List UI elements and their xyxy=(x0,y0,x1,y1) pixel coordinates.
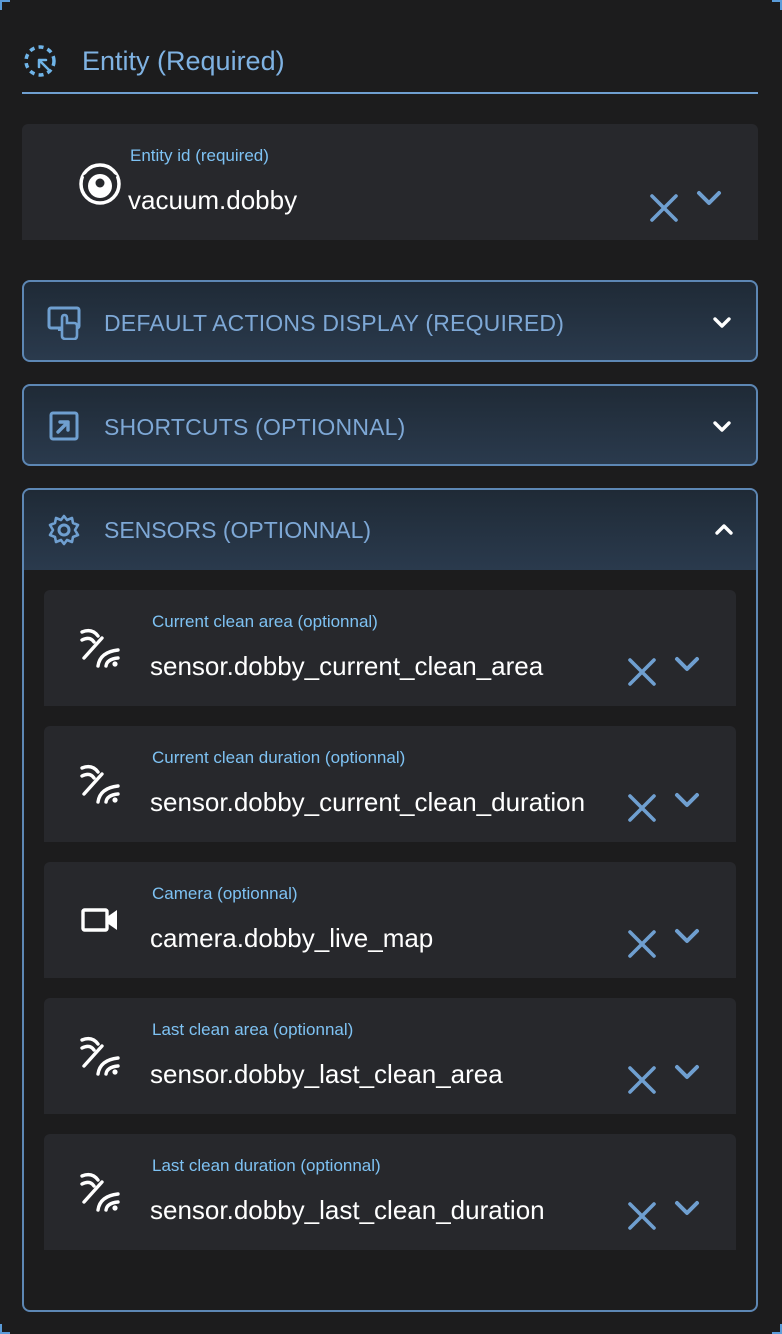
sensor-field[interactable]: Current clean duration (optionnal) senso… xyxy=(44,726,736,842)
signal-icon xyxy=(80,764,120,804)
sensor-field-label: Last clean area (optionnal) xyxy=(152,1020,354,1039)
sensors-panel-header[interactable]: SENSORS (OPTIONNAL) xyxy=(24,490,756,570)
sensor-field[interactable]: Camera (optionnal) camera.dobby_live_map xyxy=(44,862,736,978)
entity-id-label: Entity id (required) xyxy=(130,146,269,165)
clear-icon[interactable] xyxy=(626,1064,658,1096)
entity-id-field[interactable]: Entity id (required) vacuum.dobby xyxy=(22,124,758,240)
chevron-down-icon[interactable] xyxy=(696,188,722,208)
chevron-down-icon[interactable] xyxy=(712,420,732,434)
chevron-up-icon[interactable] xyxy=(714,522,734,536)
corner-marker xyxy=(772,0,782,10)
chevron-down-icon[interactable] xyxy=(674,1198,700,1218)
dashed-circle-target-icon xyxy=(24,45,56,77)
clear-icon[interactable] xyxy=(626,1200,658,1232)
chevron-down-icon[interactable] xyxy=(712,316,732,330)
sensor-field-value[interactable]: camera.dobby_live_map xyxy=(150,923,433,954)
open-in-app-icon xyxy=(49,411,79,441)
corner-marker xyxy=(0,0,10,10)
entity-id-value[interactable]: vacuum.dobby xyxy=(128,185,297,216)
clear-icon[interactable] xyxy=(626,792,658,824)
sensor-field[interactable]: Last clean area (optionnal) sensor.dobby… xyxy=(44,998,736,1114)
sensor-field[interactable]: Current clean area (optionnal) sensor.do… xyxy=(44,590,736,706)
panel-title: DEFAULT ACTIONS DISPLAY (REQUIRED) xyxy=(104,310,565,336)
sensor-field-value[interactable]: sensor.dobby_current_clean_duration xyxy=(150,787,585,818)
sensor-field-label: Current clean duration (optionnal) xyxy=(152,748,406,767)
panel-title: SHORTCUTS (OPTIONNAL) xyxy=(104,414,406,440)
corner-marker xyxy=(0,1324,10,1334)
chevron-down-icon[interactable] xyxy=(674,654,700,674)
signal-icon xyxy=(80,1172,120,1212)
sensor-field-label: Last clean duration (optionnal) xyxy=(152,1156,381,1175)
sensor-field[interactable]: Last clean duration (optionnal) sensor.d… xyxy=(44,1134,736,1250)
gesture-tap-icon xyxy=(47,306,81,340)
clear-icon[interactable] xyxy=(648,192,680,224)
sensor-field-value[interactable]: sensor.dobby_last_clean_area xyxy=(150,1059,503,1090)
cog-sync-icon xyxy=(48,514,80,546)
default-actions-panel[interactable]: DEFAULT ACTIONS DISPLAY (REQUIRED) xyxy=(22,280,758,362)
clear-icon[interactable] xyxy=(626,656,658,688)
corner-marker xyxy=(772,1324,782,1334)
entity-section-header: Entity (Required) xyxy=(22,38,758,94)
sensor-field-label: Camera (optionnal) xyxy=(152,884,298,903)
robot-vacuum-icon xyxy=(79,163,121,205)
shortcuts-panel[interactable]: SHORTCUTS (OPTIONNAL) xyxy=(22,384,758,466)
panel-title: SENSORS (OPTIONNAL) xyxy=(104,517,372,543)
video-camera-icon xyxy=(81,908,117,932)
entity-section-title: Entity (Required) xyxy=(82,45,285,76)
sensor-field-value[interactable]: sensor.dobby_last_clean_duration xyxy=(150,1195,545,1226)
chevron-down-icon[interactable] xyxy=(674,1062,700,1082)
chevron-down-icon[interactable] xyxy=(674,926,700,946)
signal-icon xyxy=(80,628,120,668)
sensor-field-value[interactable]: sensor.dobby_current_clean_area xyxy=(150,651,543,682)
signal-icon xyxy=(80,1036,120,1076)
clear-icon[interactable] xyxy=(626,928,658,960)
chevron-down-icon[interactable] xyxy=(674,790,700,810)
sensor-field-label: Current clean area (optionnal) xyxy=(152,612,378,631)
